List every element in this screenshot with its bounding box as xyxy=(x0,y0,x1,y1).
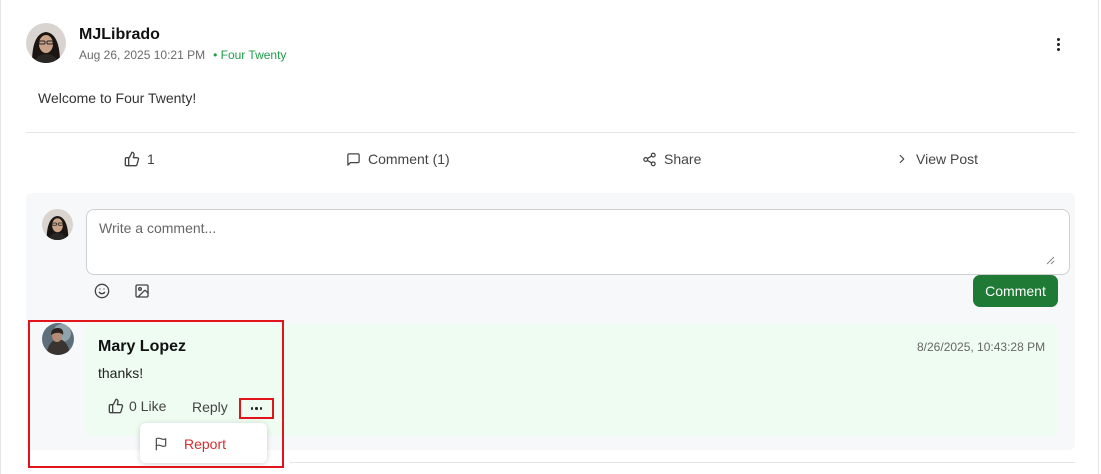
thumbs-up-icon xyxy=(108,398,124,414)
post-divider xyxy=(26,132,1075,133)
reply-reply-button[interactable]: Reply xyxy=(192,399,228,415)
author-avatar[interactable] xyxy=(26,23,66,63)
report-label: Report xyxy=(184,436,227,452)
current-user-avatar xyxy=(42,209,73,240)
post-options-icon[interactable] xyxy=(1050,34,1066,54)
comment-action-button[interactable]: Comment (1) xyxy=(346,151,450,167)
view-post-button[interactable]: View Post xyxy=(895,151,978,167)
post-author-name[interactable]: MJLibrado xyxy=(79,26,160,44)
post-meta: Aug 26, 2025 10:21 PM • Four Twenty xyxy=(79,48,286,62)
thumbs-up-icon xyxy=(124,151,140,167)
ellipsis-icon[interactable] xyxy=(239,398,274,419)
image-icon[interactable] xyxy=(134,283,150,299)
post-date: Aug 26, 2025 10:21 PM xyxy=(79,48,206,62)
community-link[interactable]: • Four Twenty xyxy=(213,48,286,62)
card-border-left xyxy=(0,0,1,474)
reply-like-label: 0 Like xyxy=(129,398,167,414)
reply-like-button[interactable]: 0 Like xyxy=(108,398,166,414)
card-border-right xyxy=(1098,0,1099,474)
report-menu-item[interactable]: Report xyxy=(154,436,226,452)
like-count: 1 xyxy=(147,151,155,167)
reply-card xyxy=(86,324,1057,436)
post-content: Welcome to Four Twenty! xyxy=(38,90,197,106)
share-label: Share xyxy=(664,151,702,167)
comment-submit-button[interactable]: Comment xyxy=(973,275,1058,307)
share-button[interactable]: Share xyxy=(642,151,701,167)
bottom-divider xyxy=(290,462,1075,463)
reply-author-name[interactable]: Mary Lopez xyxy=(98,338,186,356)
view-post-label: View Post xyxy=(916,151,978,167)
comment-action-label: Comment (1) xyxy=(368,151,450,167)
comment-input[interactable] xyxy=(86,209,1070,275)
reply-author-avatar[interactable] xyxy=(42,323,74,355)
reply-timestamp: 8/26/2025, 10:43:28 PM xyxy=(917,340,1046,354)
share-nodes-icon xyxy=(643,152,656,166)
smiley-icon[interactable] xyxy=(94,283,110,299)
chevron-right-icon xyxy=(899,154,905,164)
flag-icon xyxy=(155,437,167,451)
resize-grip-icon[interactable] xyxy=(1046,256,1055,265)
speech-bubble-icon xyxy=(347,152,360,166)
reply-text: thanks! xyxy=(98,365,144,381)
like-button[interactable]: 1 xyxy=(124,151,155,167)
